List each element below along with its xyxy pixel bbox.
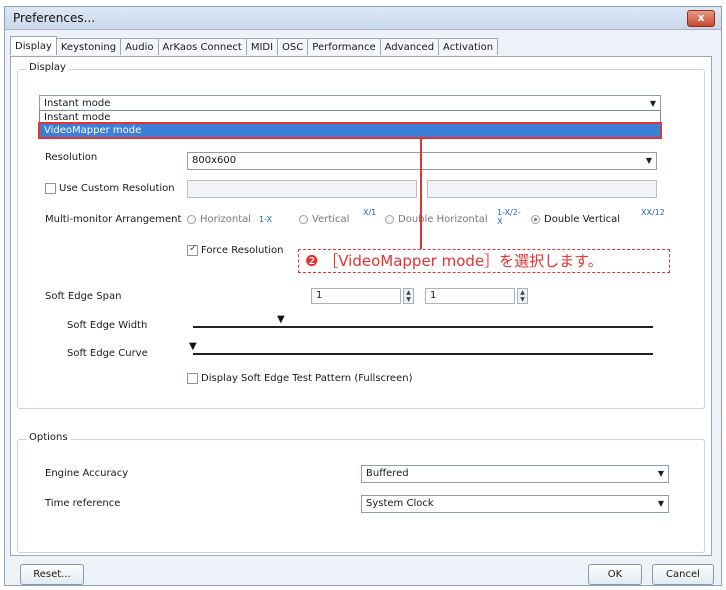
horizontal-radio[interactable]: [187, 215, 196, 224]
mode-option-videomapper[interactable]: VideoMapper mode: [38, 122, 662, 139]
time-reference-select[interactable]: System Clock ▼: [361, 495, 669, 513]
reset-button[interactable]: Reset...: [20, 564, 84, 585]
soft-edge-span-input-1[interactable]: 1: [311, 288, 401, 304]
time-reference-label: Time reference: [45, 498, 121, 509]
title-bar: Preferences... x: [5, 7, 721, 30]
double-vertical-label: Double Vertical: [544, 214, 621, 225]
double-horizontal-radio[interactable]: [385, 215, 394, 224]
tab-panel: Display Instant mode ▼ Instant mode Vide…: [10, 56, 712, 556]
window-title: Preferences...: [13, 11, 96, 25]
double-horizontal-label: Double Horizontal: [398, 214, 488, 225]
double-horizontal-layout-icon: 1-X/2-X: [497, 208, 521, 226]
options-group-label: Options: [26, 432, 71, 443]
slider-thumb-icon[interactable]: ▼: [189, 341, 197, 352]
resolution-select[interactable]: 800x600 ▼: [187, 152, 657, 170]
tab-keystoning[interactable]: Keystoning: [55, 38, 122, 55]
mode-option-instant[interactable]: Instant mode: [40, 111, 660, 124]
cancel-button[interactable]: Cancel: [652, 564, 714, 585]
force-resolution-checkbox[interactable]: [187, 243, 198, 256]
annotation-connector-line: [420, 139, 422, 249]
resolution-value: 800x600: [192, 155, 237, 166]
spin-arrows-icon[interactable]: ▲ ▼: [517, 288, 528, 304]
custom-resolution-label: Use Custom Resolution: [59, 183, 175, 194]
vertical-layout-icon: X/1: [363, 208, 377, 217]
soft-edge-curve-slider[interactable]: [193, 353, 653, 355]
display-group-label: Display: [26, 62, 69, 73]
soft-edge-width-label: Soft Edge Width: [67, 320, 148, 331]
chevron-down-icon: ▼: [657, 469, 664, 478]
spin-arrows-icon[interactable]: ▲ ▼: [403, 288, 414, 304]
soft-edge-span-label: Soft Edge Span: [45, 291, 122, 302]
soft-edge-span-input-2[interactable]: 1: [425, 288, 515, 304]
soft-edge-width-slider[interactable]: [193, 326, 653, 328]
horizontal-layout-icon: 1-X: [259, 215, 273, 224]
tab-activation[interactable]: Activation: [438, 38, 499, 55]
chevron-down-icon: ▼: [645, 156, 652, 165]
test-pattern-checkbox[interactable]: [187, 373, 198, 384]
test-pattern-label: Display Soft Edge Test Pattern (Fullscre…: [201, 373, 413, 384]
tab-audio[interactable]: Audio: [120, 38, 159, 55]
chevron-down-icon: ▼: [657, 499, 664, 508]
mode-select-value: Instant mode: [44, 98, 111, 109]
double-vertical-radio[interactable]: [531, 215, 540, 224]
time-reference-value: System Clock: [366, 498, 434, 509]
resolution-label: Resolution: [45, 152, 98, 163]
custom-width-input[interactable]: [187, 180, 417, 198]
tab-arkaos-connect[interactable]: ArKaos Connect: [157, 38, 247, 55]
ok-button[interactable]: OK: [588, 564, 642, 585]
annotation-number: ❷: [305, 252, 319, 270]
annotation-callout: ❷ ［VideoMapper mode］を選択します。: [298, 249, 670, 273]
multi-monitor-label: Multi-monitor Arrangement: [45, 214, 182, 225]
engine-accuracy-label: Engine Accuracy: [45, 468, 129, 479]
annotation-text: ［VideoMapper mode］を選択します。: [323, 252, 603, 270]
soft-edge-curve-label: Soft Edge Curve: [67, 348, 148, 359]
double-vertical-layout-icon: XX/12: [641, 208, 665, 217]
tab-advanced[interactable]: Advanced: [379, 38, 440, 55]
tab-performance[interactable]: Performance: [307, 38, 381, 55]
horizontal-label: Horizontal: [200, 214, 252, 225]
slider-thumb-icon[interactable]: ▼: [277, 314, 285, 325]
vertical-radio[interactable]: [299, 215, 308, 224]
tab-midi[interactable]: MIDI: [245, 38, 279, 55]
close-button[interactable]: x: [687, 10, 715, 27]
tab-osc[interactable]: OSC: [277, 38, 309, 55]
mode-dropdown-list: Instant mode VideoMapper mode: [38, 110, 662, 139]
vertical-label: Vertical: [312, 214, 350, 225]
force-resolution-label: Force Resolution: [201, 245, 284, 256]
engine-accuracy-select[interactable]: Buffered ▼: [361, 465, 669, 483]
engine-accuracy-value: Buffered: [366, 468, 409, 479]
tab-display[interactable]: Display: [10, 36, 57, 55]
custom-height-input[interactable]: [427, 180, 657, 198]
custom-resolution-checkbox[interactable]: [45, 183, 56, 194]
tab-bar: Display Keystoning Audio ArKaos Connect …: [10, 36, 499, 56]
